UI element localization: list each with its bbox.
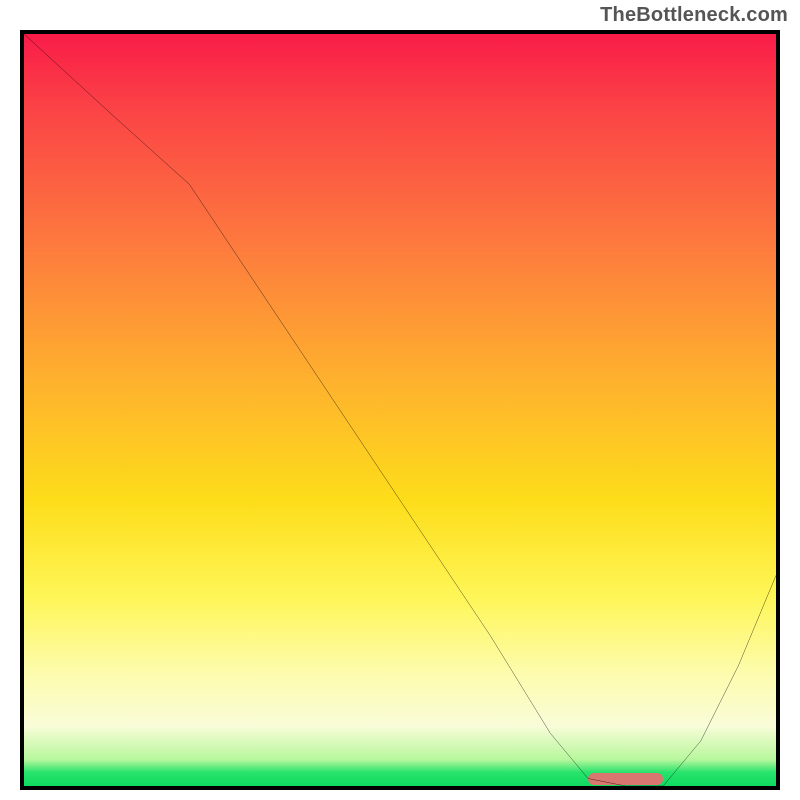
curve-path: [24, 34, 776, 786]
bottleneck-curve: [24, 34, 776, 786]
plot-area: [20, 30, 780, 790]
attribution-text: TheBottleneck.com: [600, 4, 788, 27]
chart-container: TheBottleneck.com: [0, 0, 800, 800]
